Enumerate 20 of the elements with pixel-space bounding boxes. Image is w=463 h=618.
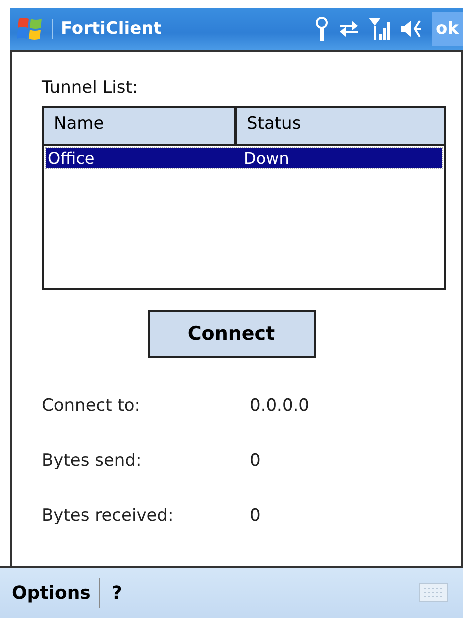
sync-arrows-icon [338,19,360,39]
windows-logo-icon[interactable] [16,15,44,43]
signal-icon [368,16,392,42]
info-value: 0.0.0.0 [250,396,310,416]
column-header[interactable]: Status [237,108,444,144]
window-title: FortiClient [52,19,306,39]
connect-button[interactable]: Connect [148,310,316,358]
info-label: Bytes send: [42,450,143,470]
options-menu[interactable]: Options [10,582,99,604]
column-header[interactable]: Name [44,108,237,144]
info-label: Connect to: [42,396,142,416]
info-label: Bytes received: [42,506,175,526]
info-value: 0 [250,450,262,470]
keyboard-icon[interactable] [419,583,449,603]
speaker-icon [400,18,424,40]
tunnel-row[interactable]: Office Down [46,148,442,168]
tunnel-list-label: Tunnel List: [42,78,138,98]
info-value: 0 [250,506,262,526]
help-menu[interactable]: ? [110,582,130,604]
antenna-icon [314,16,330,42]
